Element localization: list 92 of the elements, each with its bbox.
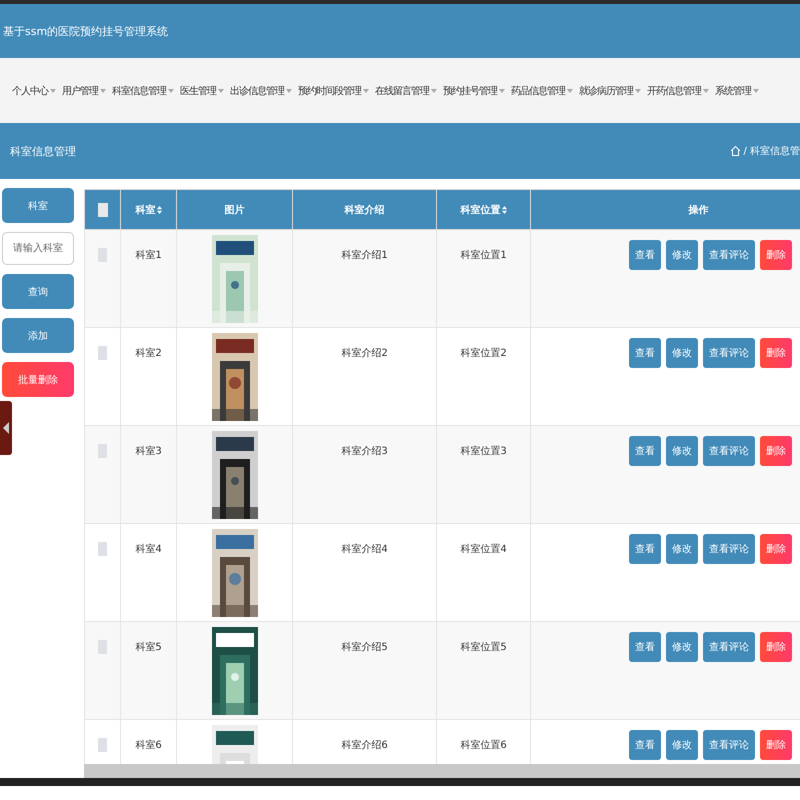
table-cell-text: 科室位置5 — [460, 640, 507, 654]
table-cell-text: 科室介绍6 — [341, 738, 388, 752]
action-button[interactable]: 修改 — [666, 436, 698, 466]
row-checkbox[interactable] — [98, 248, 107, 262]
nav-menu-item[interactable]: 医生管理 — [180, 84, 224, 98]
delete-button[interactable]: 删除 — [760, 436, 792, 466]
table-cell-text: 科室位置2 — [460, 346, 507, 360]
breadcrumb[interactable]: / 科室信息管 — [743, 144, 800, 158]
delete-button[interactable]: 删除 — [760, 730, 792, 760]
nav-menu-item[interactable]: 科室信息管理 — [112, 84, 174, 98]
action-button[interactable]: 查看评论 — [703, 730, 755, 760]
row-checkbox[interactable] — [98, 640, 107, 654]
table-cell-text: 科室4 — [135, 542, 162, 556]
row-checkbox[interactable] — [98, 444, 107, 458]
sort-icon[interactable] — [156, 206, 162, 214]
table-cell-text: 科室介绍2 — [341, 346, 388, 360]
table-cell-text: 科室介绍5 — [341, 640, 388, 654]
caret-icon — [168, 88, 174, 92]
table-cell-text: 科室位置1 — [460, 248, 507, 262]
caret-icon — [703, 88, 709, 92]
nav-menu-item[interactable]: 用户管理 — [62, 84, 106, 98]
table-cell-text: 科室介绍1 — [341, 248, 388, 262]
delete-button[interactable]: 删除 — [760, 338, 792, 368]
nav-menu-item[interactable]: 预约时间段管理 — [298, 84, 369, 98]
horizontal-scrollbar[interactable] — [84, 764, 800, 778]
action-button[interactable]: 查看 — [629, 730, 661, 760]
action-button[interactable]: 修改 — [666, 240, 698, 270]
action-button[interactable]: 修改 — [666, 338, 698, 368]
sidebar-button[interactable]: 添加 — [2, 318, 74, 353]
action-button[interactable]: 查看评论 — [703, 632, 755, 662]
row-checkbox[interactable] — [98, 738, 107, 752]
sort-icon[interactable] — [502, 206, 506, 214]
row-checkbox[interactable] — [98, 542, 107, 556]
sidebar-button[interactable]: 查询 — [2, 274, 74, 309]
search-field[interactable]: 请输入科室 — [2, 232, 74, 265]
action-button[interactable]: 查看 — [629, 338, 661, 368]
action-button[interactable]: 查看评论 — [703, 240, 755, 270]
action-button[interactable]: 查看评论 — [703, 534, 755, 564]
column-header[interactable]: 科室 — [136, 202, 156, 216]
action-button[interactable]: 查看 — [629, 240, 661, 270]
delete-button[interactable]: 删除 — [760, 534, 792, 564]
column-header: 图片 — [224, 204, 244, 216]
column-header: 操作 — [688, 204, 708, 216]
caret-icon — [100, 88, 106, 92]
column-header[interactable]: 科室位置 — [460, 202, 500, 216]
field-label: 科室 — [2, 188, 74, 223]
caret-icon — [50, 88, 56, 92]
collapse-handle[interactable] — [0, 401, 12, 455]
home-icon[interactable] — [731, 146, 740, 156]
table-cell-text: 科室介绍4 — [341, 542, 388, 556]
nav-menu-item[interactable]: 个人中心 — [12, 84, 56, 98]
delete-button[interactable]: 删除 — [760, 240, 792, 270]
nav-menu-item[interactable]: 药品信息管理 — [511, 84, 573, 98]
left-triangle-icon — [3, 422, 9, 434]
column-header: 科室介绍 — [344, 204, 384, 216]
app-title: 基于ssm的医院预约挂号管理系统 — [3, 24, 168, 38]
table-cell-text: 科室5 — [135, 640, 162, 654]
action-button[interactable]: 查看 — [629, 534, 661, 564]
nav-menu-item[interactable]: 就诊病历管理 — [579, 84, 641, 98]
action-button[interactable]: 查看 — [629, 632, 661, 662]
table-cell-text: 科室2 — [135, 346, 162, 360]
action-button[interactable]: 查看评论 — [703, 436, 755, 466]
batch-delete-button[interactable]: 批量删除 — [2, 362, 74, 397]
table-cell-text: 科室位置3 — [460, 444, 507, 458]
nav-menu-item[interactable]: 在线留言管理 — [375, 84, 437, 98]
table-cell-text: 科室位置4 — [460, 542, 507, 556]
caret-icon — [218, 88, 224, 92]
action-button[interactable]: 修改 — [666, 632, 698, 662]
action-button[interactable]: 查看 — [629, 436, 661, 466]
nav-menu-item[interactable]: 开药信息管理 — [647, 84, 709, 98]
table-cell-text: 科室6 — [135, 738, 162, 752]
nav-menu-item[interactable]: 出诊信息管理 — [230, 84, 292, 98]
caret-icon — [499, 88, 505, 92]
delete-button[interactable]: 删除 — [760, 632, 792, 662]
table-cell-text: 科室介绍3 — [341, 444, 388, 458]
table-cell-text: 科室1 — [135, 248, 162, 262]
nav-menu-item[interactable]: 系统管理 — [715, 84, 759, 98]
caret-icon — [431, 88, 437, 92]
caret-icon — [363, 88, 369, 92]
select-all-checkbox[interactable] — [98, 202, 108, 216]
caret-icon — [286, 88, 292, 92]
table-cell-text: 科室3 — [135, 444, 162, 458]
action-button[interactable]: 修改 — [666, 534, 698, 564]
row-checkbox[interactable] — [98, 346, 107, 360]
caret-icon — [753, 88, 759, 92]
caret-icon — [635, 88, 641, 92]
nav-menu-item[interactable]: 预约挂号管理 — [443, 84, 505, 98]
page-title: 科室信息管理 — [10, 144, 76, 158]
table-cell-text: 科室位置6 — [460, 738, 507, 752]
action-button[interactable]: 修改 — [666, 730, 698, 760]
action-button[interactable]: 查看评论 — [703, 338, 755, 368]
caret-icon — [567, 88, 573, 92]
